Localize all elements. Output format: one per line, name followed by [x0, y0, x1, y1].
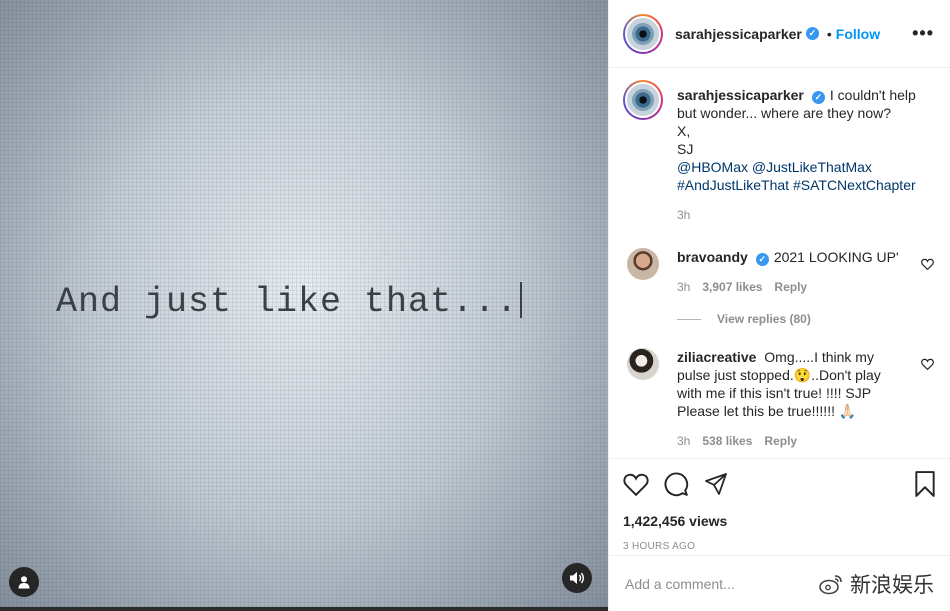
media-typed-text: And just like that... [56, 282, 523, 322]
sina-watermark: 新浪娱乐 [818, 569, 934, 599]
comment-likes[interactable]: 538 likes [702, 432, 752, 450]
caption-meta: 3h [677, 206, 934, 224]
follow-button[interactable]: Follow [836, 26, 880, 42]
caption-time[interactable]: 3h [677, 206, 690, 224]
verified-badge-icon: ✓ [755, 252, 769, 266]
user-tags-button[interactable] [9, 567, 39, 597]
share-paper-plane-icon[interactable] [703, 472, 729, 496]
user-silhouette-icon [18, 576, 30, 589]
text-cursor [520, 282, 523, 318]
post-side-panel: sarahjessicaparker ✓ • Follow ••• sarahj… [608, 0, 950, 611]
comment-item: ziliacreative Omg.....I think my pulse j… [623, 348, 934, 450]
caption-signoff-1: X, [677, 123, 691, 139]
comment-reply-button[interactable]: Reply [774, 278, 807, 296]
media-bottom-strip [0, 607, 608, 611]
comment-body: ziliacreative Omg.....I think my pulse j… [677, 348, 934, 450]
caption-body: sarahjessicaparker ✓ I couldn't help but w… [677, 86, 934, 224]
comment-likes[interactable]: 3,907 likes [702, 278, 762, 296]
comment-username[interactable]: bravoandy [677, 249, 748, 265]
post-media[interactable]: And just like that... [0, 0, 608, 611]
eye-avatar-image [625, 15, 661, 52]
comment-item: bravoandy ✓ 2021 LOOKING UP' 3h 3,907 like… [623, 248, 934, 296]
verified-badge-icon: ✓ [805, 27, 819, 40]
watermark-text: 新浪娱乐 [850, 573, 934, 597]
eye-avatar-image [625, 82, 661, 118]
action-icons [623, 469, 936, 499]
comment-reply-button[interactable]: Reply [764, 432, 797, 450]
mention-justlikethatmax[interactable]: @JustLikeThatMax [752, 159, 872, 175]
hashtag-satcnextchapter[interactable]: #SATCNextChapter [793, 177, 916, 193]
header-handle-row: sarahjessicaparker ✓ • Follow [675, 26, 880, 42]
comment-body: bravoandy ✓ 2021 LOOKING UP' 3h 3,907 like… [677, 248, 934, 296]
header-separator: • [826, 25, 832, 42]
comment-username[interactable]: ziliacreative [677, 349, 756, 365]
comment-meta: 3h 3,907 likes Reply [677, 278, 934, 296]
more-options-button[interactable]: ••• [912, 23, 934, 44]
view-replies-label: View replies (80) [717, 312, 811, 326]
view-replies-button[interactable]: View replies (80) [677, 312, 934, 326]
comment-like-heart-icon[interactable] [921, 358, 934, 370]
comment-text: 2021 LOOKING UP' [773, 249, 899, 265]
comment-avatar[interactable] [627, 248, 659, 280]
caption-avatar[interactable] [623, 80, 663, 120]
post-header: sarahjessicaparker ✓ • Follow ••• [609, 0, 950, 68]
caption-signoff-2: SJ [677, 141, 694, 157]
hashtag-andjustlikethat[interactable]: #AndJustLikeThat [677, 177, 789, 193]
audio-toggle-button[interactable] [562, 563, 592, 593]
save-bookmark-icon[interactable] [914, 471, 936, 497]
comment-meta: 3h 538 likes Reply [677, 432, 908, 450]
comment-time[interactable]: 3h [677, 432, 690, 450]
add-comment-bar: 新浪娱乐 [609, 555, 950, 611]
speaker-icon [570, 572, 584, 584]
comment-bubble-icon[interactable] [663, 471, 689, 497]
add-comment-input[interactable] [625, 575, 775, 592]
post-actions: 1,422,456 views 3 HOURS AGO [609, 458, 950, 552]
comment-time[interactable]: 3h [677, 278, 690, 296]
comments-list[interactable]: sarahjessicaparker ✓ I couldn't help but w… [609, 68, 950, 458]
sina-weibo-logo-icon [819, 574, 842, 594]
mention-hbomax[interactable]: @HBOMax [677, 159, 748, 175]
verified-badge-icon: ✓ [811, 90, 825, 104]
like-heart-icon[interactable] [623, 472, 649, 496]
post-age[interactable]: 3 HOURS AGO [623, 541, 936, 552]
caption: sarahjessicaparker ✓ I couldn't help but w… [623, 80, 934, 224]
caption-username[interactable]: sarahjessicaparker [677, 87, 804, 103]
header-username[interactable]: sarahjessicaparker [675, 26, 802, 42]
comment-like-heart-icon[interactable] [921, 258, 934, 270]
view-count[interactable]: 1,422,456 views [623, 513, 936, 529]
header-avatar[interactable] [623, 13, 663, 54]
view-replies-line [677, 318, 701, 320]
comment-avatar[interactable] [627, 348, 659, 380]
